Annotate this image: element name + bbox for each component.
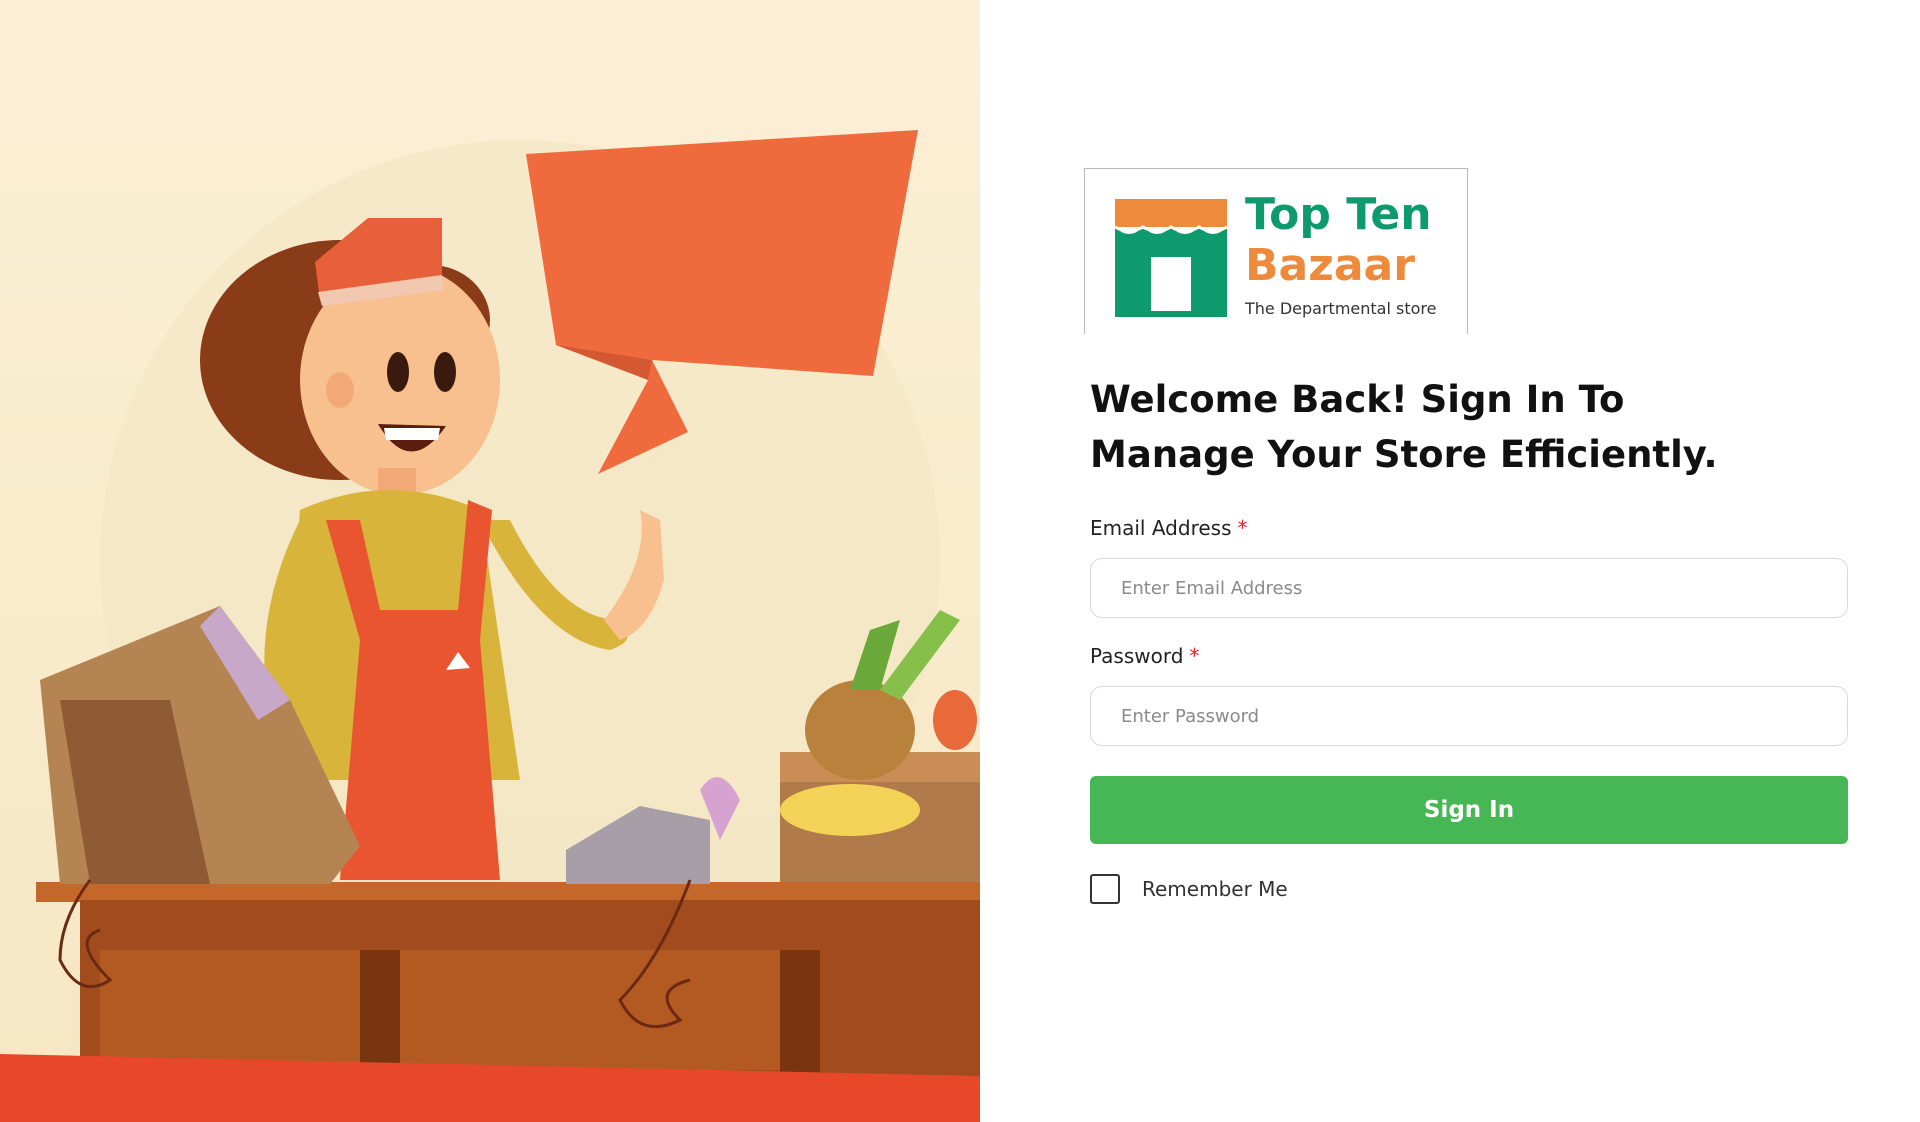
brand-name-line1: Top Ten [1245, 189, 1432, 240]
storefront-icon [1114, 199, 1228, 317]
email-field[interactable] [1090, 558, 1848, 618]
brand-name-line2: Bazaar [1245, 240, 1415, 291]
password-label-text: Password [1090, 644, 1184, 668]
cashier-illustration [0, 130, 980, 1122]
page-title: Welcome Back! Sign In To Manage Your Sto… [1090, 378, 1718, 476]
password-field[interactable] [1090, 686, 1848, 746]
checkbox-icon[interactable] [1090, 874, 1120, 904]
login-panel: Top Ten Bazaar The Departmental store We… [980, 0, 1920, 1122]
brand-tagline: The Departmental store [1245, 299, 1437, 318]
password-required-mark: * [1189, 644, 1200, 668]
login-page: Top Ten Bazaar The Departmental store We… [0, 0, 1920, 1122]
brand-logo: Top Ten Bazaar The Departmental store [1084, 168, 1468, 334]
email-label: Email Address * [1090, 516, 1248, 540]
hero-illustration [0, 0, 980, 1122]
remember-me-option[interactable]: Remember Me [1090, 874, 1288, 904]
remember-me-label: Remember Me [1142, 877, 1288, 901]
email-label-text: Email Address [1090, 516, 1232, 540]
password-label: Password * [1090, 644, 1199, 668]
email-required-mark: * [1237, 516, 1248, 540]
sign-in-button[interactable]: Sign In [1090, 776, 1848, 844]
